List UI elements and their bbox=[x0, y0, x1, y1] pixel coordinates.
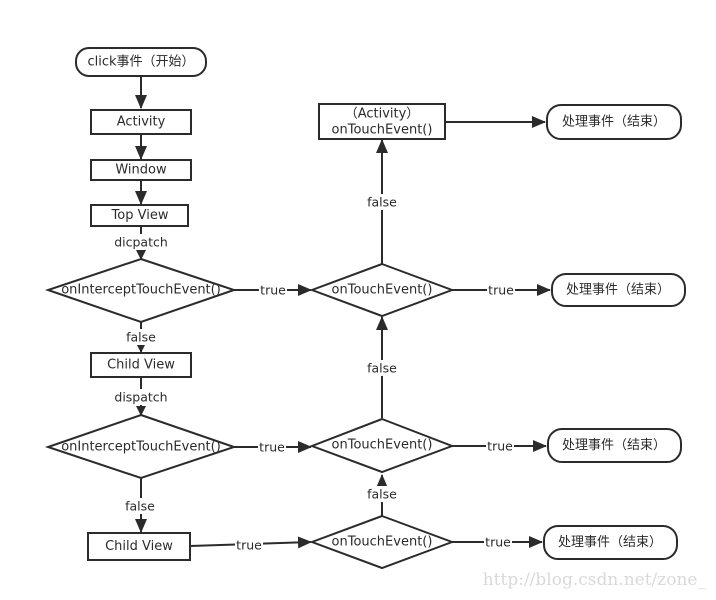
window-node-label: Window bbox=[115, 163, 167, 178]
edge-label-intercept2-true: true bbox=[258, 439, 286, 455]
edge-label-intercept1-false-text: false bbox=[126, 330, 156, 345]
child-view-node-1: Child View bbox=[90, 352, 192, 378]
edge-label-intercept2-false: false bbox=[123, 498, 157, 514]
edge-label-intercept1-true: true bbox=[259, 282, 287, 298]
edge-label-touch1-false: false bbox=[365, 194, 399, 210]
watermark: http://blog.csdn.net/zone_ bbox=[483, 570, 707, 590]
child-view-node-1-label: Child View bbox=[107, 358, 175, 373]
edge-label-touch2-true-text: true bbox=[487, 439, 513, 454]
edge-label-topview-dispatch: dicpatch bbox=[112, 234, 170, 250]
activity-touch-node-label-line1: （Activity） bbox=[345, 107, 420, 122]
end-node-3-label: 处理事件（结束） bbox=[562, 438, 666, 453]
edge-label-touch3-false: false bbox=[365, 486, 399, 502]
edge-label-touch2-true: true bbox=[486, 438, 514, 454]
intercept-decision-1-label: onInterceptTouchEvent() bbox=[61, 283, 221, 298]
intercept-decision-1: onInterceptTouchEvent() bbox=[44, 257, 238, 324]
edge-label-childview1-dispatch-text: dispatch bbox=[114, 390, 167, 405]
end-node-2: 处理事件（结束） bbox=[551, 273, 686, 307]
edge-label-touch2-false: false bbox=[365, 360, 399, 376]
touch-decision-2-label: onTouchEvent() bbox=[332, 438, 433, 453]
edge-label-touch3-true: true bbox=[484, 534, 512, 550]
edge-label-touch1-true-text: true bbox=[488, 283, 514, 298]
edge-label-touch2-false-text: false bbox=[367, 361, 397, 376]
touch-decision-3-label: onTouchEvent() bbox=[332, 535, 433, 550]
end-node-4-label: 处理事件（结束） bbox=[558, 535, 662, 550]
end-node-4: 处理事件（结束） bbox=[543, 525, 678, 560]
activity-touch-node-label-line2: onTouchEvent() bbox=[332, 123, 433, 138]
edge-label-touch1-false-text: false bbox=[367, 195, 397, 210]
edge-label-topview-dispatch-text: dicpatch bbox=[114, 235, 168, 250]
edge-label-touch3-false-text: false bbox=[367, 487, 397, 502]
end-node-2-label: 处理事件（结束） bbox=[566, 283, 670, 298]
end-node-3: 处理事件（结束） bbox=[547, 428, 682, 463]
top-view-node: Top View bbox=[90, 204, 189, 227]
edge-label-intercept1-false: false bbox=[124, 329, 158, 345]
edge-label-intercept2-false-text: false bbox=[125, 499, 155, 514]
touch-decision-3: onTouchEvent() bbox=[309, 514, 455, 570]
end-node-1: 处理事件（结束） bbox=[546, 104, 682, 140]
window-node: Window bbox=[90, 159, 192, 181]
child-view-node-2: Child View bbox=[87, 532, 191, 561]
edge-label-childview2-true-text: true bbox=[236, 538, 262, 553]
edge-label-childview1-dispatch: dispatch bbox=[112, 389, 170, 405]
flowchart: click事件（开始） Activity Window Top View onI… bbox=[44, 47, 707, 590]
start-node: click事件（开始） bbox=[75, 47, 207, 77]
touch-decision-1-label: onTouchEvent() bbox=[332, 283, 433, 298]
touch-decision-2: onTouchEvent() bbox=[309, 417, 455, 474]
activity-node-label: Activity bbox=[117, 115, 166, 130]
edge-label-intercept1-true-text: true bbox=[260, 283, 286, 298]
touch-decision-1: onTouchEvent() bbox=[309, 262, 455, 318]
edge-label-childview2-true: true bbox=[235, 537, 263, 553]
activity-touch-node: （Activity） onTouchEvent() bbox=[318, 103, 446, 140]
top-view-node-label: Top View bbox=[111, 208, 169, 223]
end-node-1-label: 处理事件（结束） bbox=[562, 115, 666, 130]
edge-label-touch1-true: true bbox=[487, 282, 515, 298]
intercept-decision-2: onInterceptTouchEvent() bbox=[44, 413, 238, 480]
intercept-decision-2-label: onInterceptTouchEvent() bbox=[61, 440, 221, 455]
activity-node: Activity bbox=[90, 109, 192, 135]
child-view-node-2-label: Child View bbox=[105, 539, 173, 554]
edge-label-touch3-true-text: true bbox=[485, 535, 511, 550]
start-node-label: click事件（开始） bbox=[87, 55, 194, 70]
edge-label-intercept2-true-text: true bbox=[259, 440, 285, 455]
